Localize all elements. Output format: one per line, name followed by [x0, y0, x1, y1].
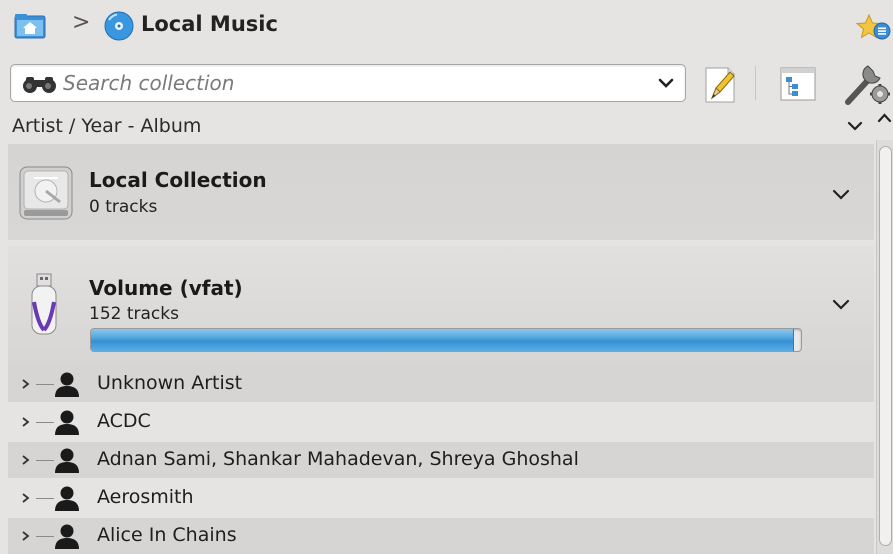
chevron-down-icon[interactable] [655, 72, 677, 94]
artist-row[interactable]: Aerosmith [8, 480, 874, 516]
artist-name: Adnan Sami, Shankar Mahadevan, Shreya Gh… [97, 448, 579, 470]
artist-row[interactable]: Unknown Artist [8, 366, 874, 402]
capacity-progress-fill [91, 329, 794, 351]
capacity-progress-bar [90, 328, 802, 352]
scrollbar-thumb[interactable] [879, 146, 892, 546]
artist-person-icon [55, 486, 79, 511]
artist-person-icon [55, 410, 79, 435]
folder-home-icon[interactable] [14, 13, 46, 39]
artist-name: Unknown Artist [97, 372, 243, 394]
artist-name: Alice In Chains [97, 524, 237, 546]
chevron-down-icon[interactable] [846, 118, 864, 134]
artist-person-icon [55, 524, 79, 549]
chevron-right-icon[interactable] [20, 378, 32, 390]
artist-row[interactable]: Alice In Chains [8, 518, 874, 554]
artist-person-icon [55, 372, 79, 397]
breadcrumb: > Local Music [0, 0, 893, 52]
music-disc-icon [104, 11, 134, 41]
breadcrumb-current-title[interactable]: Local Music [141, 12, 278, 36]
view-mode-icon[interactable] [778, 64, 818, 104]
search-field[interactable] [10, 64, 686, 102]
collection-local[interactable]: Local Collection 0 tracks [8, 144, 874, 242]
collection-track-count: 152 tracks [89, 304, 179, 324]
breadcrumb-separator: > [72, 10, 91, 35]
hard-drive-icon [19, 166, 73, 220]
chevron-right-icon[interactable] [20, 492, 32, 504]
collection-title: Local Collection [89, 168, 267, 192]
artist-row[interactable]: ACDC [8, 404, 874, 440]
usb-drive-icon [31, 273, 57, 335]
sort-level-label[interactable]: Artist / Year - Album [12, 115, 201, 137]
binoculars-icon [23, 77, 56, 93]
chevron-right-icon[interactable] [20, 454, 32, 466]
chevron-down-icon[interactable] [830, 186, 852, 204]
search-input[interactable] [63, 70, 623, 96]
artist-name: Aerosmith [97, 486, 194, 508]
artist-row[interactable]: Adnan Sami, Shankar Mahadevan, Shreya Gh… [8, 442, 874, 478]
collection-tree[interactable]: Local Collection 0 tracks Volume (vfat) … [8, 144, 874, 554]
chevron-right-icon[interactable] [20, 416, 32, 428]
collection-track-count: 0 tracks [89, 197, 158, 217]
edit-filter-icon[interactable] [698, 62, 742, 106]
artist-name: ACDC [97, 410, 151, 432]
toolbar-divider [755, 66, 756, 100]
collection-volume[interactable]: Volume (vfat) 152 tracks [8, 246, 874, 366]
chevron-right-icon[interactable] [20, 530, 32, 542]
artist-person-icon [55, 448, 79, 473]
collection-title: Volume (vfat) [89, 276, 243, 300]
chevron-down-icon[interactable] [830, 296, 852, 314]
tools-icon[interactable] [842, 60, 893, 108]
vertical-scrollbar[interactable] [876, 140, 893, 554]
bookmark-star-icon[interactable] [855, 12, 893, 42]
chevron-up-icon[interactable] [876, 110, 893, 126]
